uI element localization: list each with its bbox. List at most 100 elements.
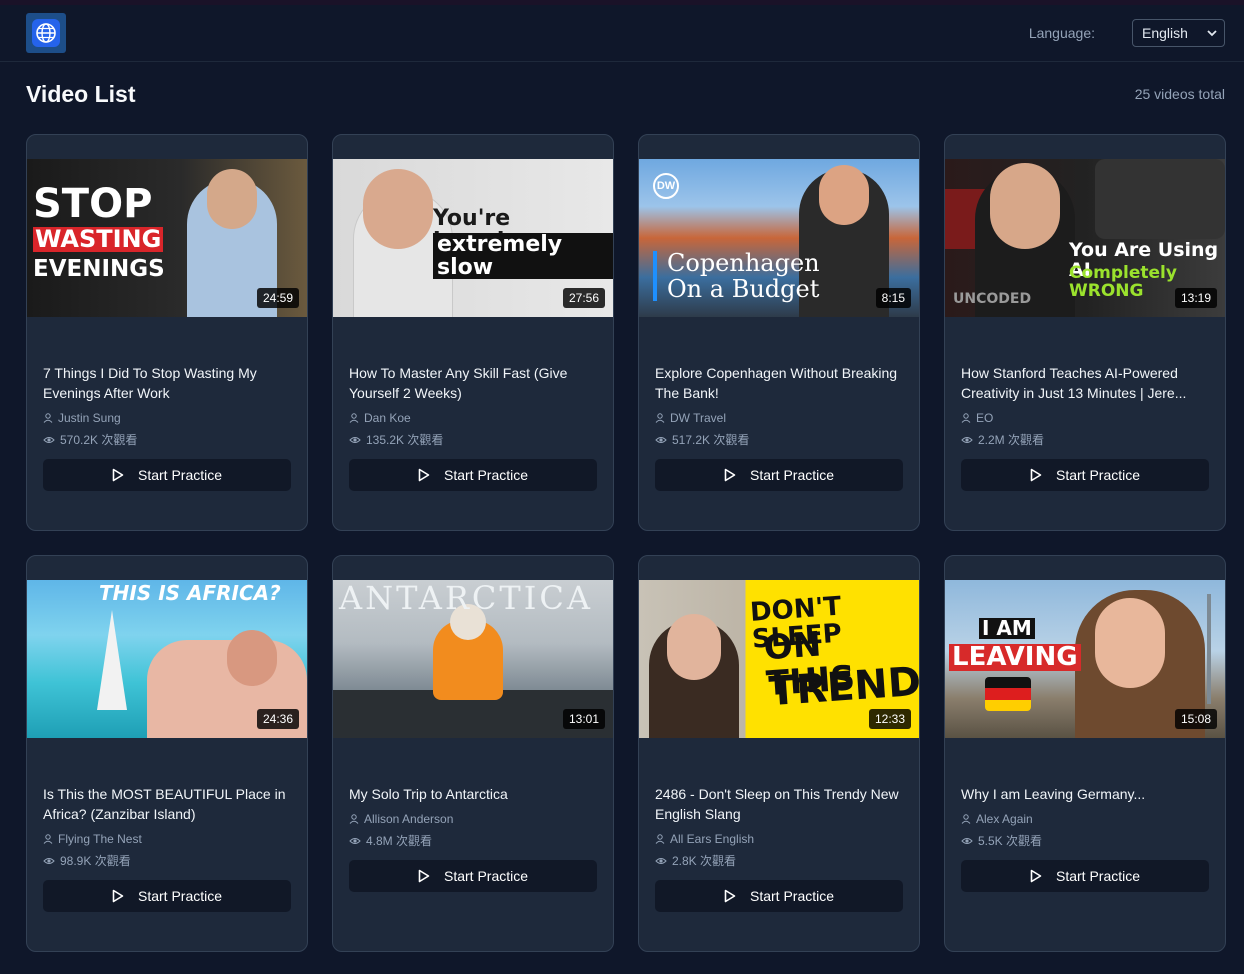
- language-select-value: English: [1142, 25, 1188, 41]
- video-card[interactable]: ANTARCTICA 13:01 My Solo Trip to Antarct…: [332, 555, 614, 952]
- button-label: Start Practice: [137, 467, 223, 483]
- start-practice-button[interactable]: Start Practice: [43, 880, 291, 912]
- play-icon: [724, 889, 736, 903]
- start-practice-button[interactable]: Start Practice: [961, 860, 1209, 892]
- video-thumbnail[interactable]: You Are Using AI Completely WRONG UNCODE…: [945, 159, 1225, 317]
- thumbnail-text: TREND: [767, 658, 919, 716]
- video-thumbnail[interactable]: DON'T SLEEP ON THIS TREND 12:33: [639, 580, 919, 738]
- video-title[interactable]: 2486 - Don't Sleep on This Trendy New En…: [655, 784, 907, 824]
- view-count: 517.2K 次觀看: [672, 433, 750, 447]
- video-card[interactable]: THIS IS AFRICA? 24:36 Is This the MOST B…: [26, 555, 308, 952]
- user-icon: [655, 834, 665, 844]
- start-practice-button[interactable]: Start Practice: [655, 880, 903, 912]
- video-title[interactable]: My Solo Trip to Antarctica: [349, 784, 601, 804]
- duration-badge: 12:33: [868, 709, 911, 729]
- view-count: 570.2K 次觀看: [60, 433, 138, 447]
- play-icon: [1030, 468, 1042, 482]
- thumbnail-text: extremely slow: [433, 233, 613, 279]
- duration-badge: 27:56: [562, 288, 605, 308]
- thumbnail-text: Copenhagen: [667, 249, 820, 277]
- language-select[interactable]: English: [1132, 19, 1225, 47]
- video-card[interactable]: DW Copenhagen On a Budget 8:15 Explore C…: [638, 134, 920, 531]
- video-title[interactable]: How Stanford Teaches AI-Powered Creativi…: [961, 363, 1213, 403]
- video-author: All Ears English: [655, 832, 754, 846]
- thumbnail-text: UNCODED: [953, 291, 1032, 307]
- video-author: EO: [961, 411, 993, 425]
- button-label: Start Practice: [137, 888, 223, 904]
- start-practice-button[interactable]: Start Practice: [43, 459, 291, 491]
- duration-badge: 13:19: [1174, 288, 1217, 308]
- video-views: 517.2K 次觀看: [655, 431, 749, 448]
- video-views: 135.2K 次觀看: [349, 431, 443, 448]
- author-name: Alex Again: [976, 812, 1033, 826]
- button-label: Start Practice: [443, 868, 529, 884]
- user-icon: [43, 413, 53, 423]
- eye-icon: [655, 436, 667, 443]
- author-name: DW Travel: [670, 411, 727, 425]
- video-thumbnail[interactable]: I AM LEAVING 15:08: [945, 580, 1225, 738]
- video-author: Alex Again: [961, 812, 1033, 826]
- author-name: All Ears English: [670, 832, 755, 846]
- thumbnail-text: I AM: [979, 618, 1035, 639]
- play-icon: [112, 889, 124, 903]
- button-label: Start Practice: [443, 467, 529, 483]
- play-icon: [724, 468, 736, 482]
- video-views: 570.2K 次觀看: [43, 431, 137, 448]
- thumbnail-text: LEAVING: [949, 643, 1081, 672]
- thumbnail-text: On a Budget: [667, 275, 820, 303]
- video-card[interactable]: STOP WASTING EVENINGS 24:59 7 Things I D…: [26, 134, 308, 531]
- video-author: DW Travel: [655, 411, 726, 425]
- video-card[interactable]: You Are Using AI Completely WRONG UNCODE…: [944, 134, 1226, 531]
- video-thumbnail[interactable]: STOP WASTING EVENINGS 24:59: [27, 159, 307, 317]
- start-practice-button[interactable]: Start Practice: [961, 459, 1209, 491]
- video-card[interactable]: I AM LEAVING 15:08 Why I am Leaving Germ…: [944, 555, 1226, 952]
- play-icon: [418, 869, 430, 883]
- author-name: Dan Koe: [364, 411, 411, 425]
- video-thumbnail[interactable]: ANTARCTICA 13:01: [333, 580, 613, 738]
- video-author: Flying The Nest: [43, 832, 142, 846]
- video-title[interactable]: 7 Things I Did To Stop Wasting My Evenin…: [43, 363, 295, 403]
- thumbnail-text: THIS IS AFRICA?: [99, 581, 281, 605]
- eye-icon: [43, 857, 55, 864]
- eye-icon: [43, 436, 55, 443]
- eye-icon: [349, 436, 361, 443]
- thumbnail-text: ANTARCTICA: [339, 580, 593, 617]
- play-icon: [1030, 869, 1042, 883]
- author-name: Justin Sung: [58, 411, 121, 425]
- start-practice-button[interactable]: Start Practice: [655, 459, 903, 491]
- user-icon: [961, 413, 971, 423]
- play-icon: [112, 468, 124, 482]
- app-logo[interactable]: [26, 13, 66, 53]
- eye-icon: [961, 436, 973, 443]
- video-author: Dan Koe: [349, 411, 411, 425]
- video-author: Justin Sung: [43, 411, 121, 425]
- video-card[interactable]: You're learning extremely slow 27:56 How…: [332, 134, 614, 531]
- germany-flag-icon: [985, 677, 1031, 711]
- view-count: 2.8K 次觀看: [672, 854, 737, 868]
- chevron-down-icon: [1207, 30, 1217, 37]
- language-label: Language:: [1028, 25, 1095, 41]
- globe-icon: [32, 19, 60, 47]
- view-count: 2.2M 次觀看: [978, 433, 1045, 447]
- video-title[interactable]: Explore Copenhagen Without Breaking The …: [655, 363, 907, 403]
- view-count: 5.5K 次觀看: [978, 834, 1043, 848]
- video-title[interactable]: Why I am Leaving Germany...: [961, 784, 1213, 804]
- video-thumbnail[interactable]: You're learning extremely slow 27:56: [333, 159, 613, 317]
- video-views: 4.8M 次觀看: [349, 832, 432, 849]
- thumbnail-text: EVENINGS: [33, 256, 165, 282]
- video-card[interactable]: DON'T SLEEP ON THIS TREND 12:33 2486 - D…: [638, 555, 920, 952]
- view-count: 98.9K 次觀看: [60, 854, 131, 868]
- header: Language: English: [0, 5, 1244, 62]
- video-title[interactable]: Is This the MOST BEAUTIFUL Place in Afri…: [43, 784, 295, 824]
- start-practice-button[interactable]: Start Practice: [349, 860, 597, 892]
- video-thumbnail[interactable]: DW Copenhagen On a Budget 8:15: [639, 159, 919, 317]
- video-thumbnail[interactable]: THIS IS AFRICA? 24:36: [27, 580, 307, 738]
- start-practice-button[interactable]: Start Practice: [349, 459, 597, 491]
- button-label: Start Practice: [749, 888, 835, 904]
- video-title[interactable]: How To Master Any Skill Fast (Give Yours…: [349, 363, 601, 403]
- thumbnail-text: STOP: [33, 181, 153, 227]
- duration-badge: 24:59: [256, 288, 299, 308]
- author-name: Flying The Nest: [58, 832, 142, 846]
- video-views: 2.2M 次觀看: [961, 431, 1044, 448]
- play-icon: [418, 468, 430, 482]
